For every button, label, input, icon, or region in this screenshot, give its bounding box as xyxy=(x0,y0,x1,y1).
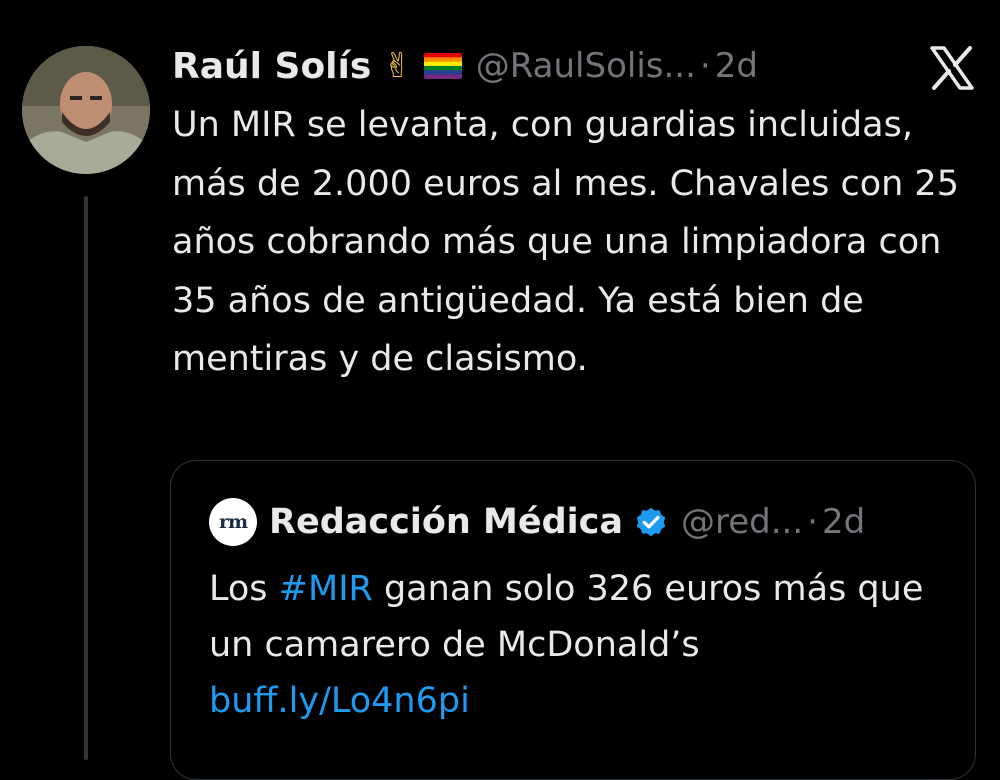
quote-timestamp[interactable]: 2d xyxy=(822,502,865,542)
thread-line xyxy=(84,196,88,760)
peace-emoji-icon: ✌ xyxy=(383,46,412,86)
tweet-header: Raúl Solís ✌ @RaulSolis... · 2d xyxy=(172,40,758,92)
quote-header-separator: · xyxy=(807,502,818,542)
rainbow-flag-icon xyxy=(423,53,462,79)
x-logo-icon[interactable] xyxy=(928,46,976,90)
verified-badge-icon xyxy=(633,504,669,540)
quote-author-handle[interactable]: @red... xyxy=(681,502,803,542)
quote-text-before: Los xyxy=(209,569,279,609)
author-handle[interactable]: @RaulSolis... xyxy=(476,46,696,86)
redaccion-medica-logo-icon: rm xyxy=(209,498,257,546)
tweet-timestamp[interactable]: 2d xyxy=(715,46,758,86)
author-name[interactable]: Raúl Solís xyxy=(172,46,371,87)
quote-url-link[interactable]: buff.ly/Lo4n6pi xyxy=(209,681,470,721)
quote-tweet-card[interactable]: rm Redacción Médica @red... · 2d Los #MI… xyxy=(170,460,976,780)
quote-author-name[interactable]: Redacción Médica xyxy=(269,502,623,542)
quote-header: rm Redacción Médica @red... · 2d xyxy=(209,497,865,547)
avatar-photo xyxy=(22,46,150,174)
author-avatar[interactable] xyxy=(22,46,150,174)
tweet-text: Un MIR se levanta, con guardias incluida… xyxy=(172,105,959,379)
quote-logo-text: rm xyxy=(218,511,248,533)
header-separator: · xyxy=(699,46,711,86)
quote-hashtag-link[interactable]: #MIR xyxy=(279,569,373,609)
quote-text: Los #MIR ganan solo 326 euros más que un… xyxy=(209,561,949,729)
